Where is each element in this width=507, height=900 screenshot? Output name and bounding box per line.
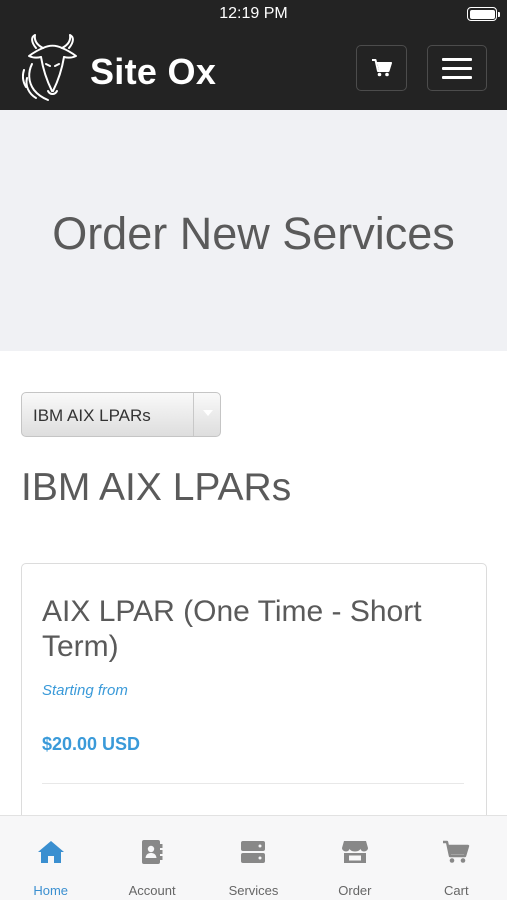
cart-icon bbox=[443, 840, 470, 863]
cart-icon bbox=[371, 59, 392, 77]
home-icon bbox=[37, 841, 64, 863]
product-price: $20.00 USD bbox=[42, 734, 141, 754]
chevron-down-icon bbox=[201, 406, 215, 420]
battery-icon bbox=[467, 7, 500, 21]
hero-banner: Order New Services bbox=[0, 110, 507, 351]
category-select[interactable]: IBM AIX LPARs bbox=[21, 392, 221, 437]
tab-account[interactable]: Account bbox=[101, 816, 202, 900]
status-time: 12:19 PM bbox=[219, 5, 288, 22]
card-divider bbox=[42, 783, 464, 784]
tab-label: Order bbox=[338, 883, 372, 898]
page-title: Order New Services bbox=[52, 208, 455, 259]
top-navbar: Site Ox bbox=[0, 28, 507, 110]
tab-services[interactable]: Services bbox=[203, 816, 304, 900]
menu-button[interactable] bbox=[427, 45, 487, 91]
brand-name[interactable]: Site Ox bbox=[90, 51, 216, 93]
product-name: AIX LPAR (One Time - Short Term) bbox=[42, 595, 422, 663]
server-icon bbox=[241, 841, 266, 863]
address-book-icon bbox=[142, 840, 163, 864]
tab-home[interactable]: Home bbox=[0, 816, 101, 900]
cart-button[interactable] bbox=[356, 45, 407, 91]
tab-order[interactable]: Order bbox=[304, 816, 405, 900]
category-select-value: IBM AIX LPARs bbox=[33, 406, 151, 425]
tab-label: Home bbox=[33, 883, 69, 898]
store-icon bbox=[341, 841, 368, 863]
status-bar: 12:19 PM bbox=[0, 0, 507, 28]
ox-logo-icon[interactable] bbox=[22, 34, 84, 102]
tab-cart[interactable]: Cart bbox=[406, 816, 507, 900]
tab-label: Services bbox=[228, 883, 279, 898]
starting-from-label: Starting from bbox=[42, 682, 128, 699]
tab-label: Cart bbox=[444, 883, 469, 898]
tab-label: Account bbox=[128, 883, 176, 898]
category-title: IBM AIX LPARs bbox=[21, 466, 292, 509]
hamburger-icon bbox=[442, 57, 472, 79]
bottom-tab-bar: Home Account Services Order Cart bbox=[0, 815, 507, 900]
